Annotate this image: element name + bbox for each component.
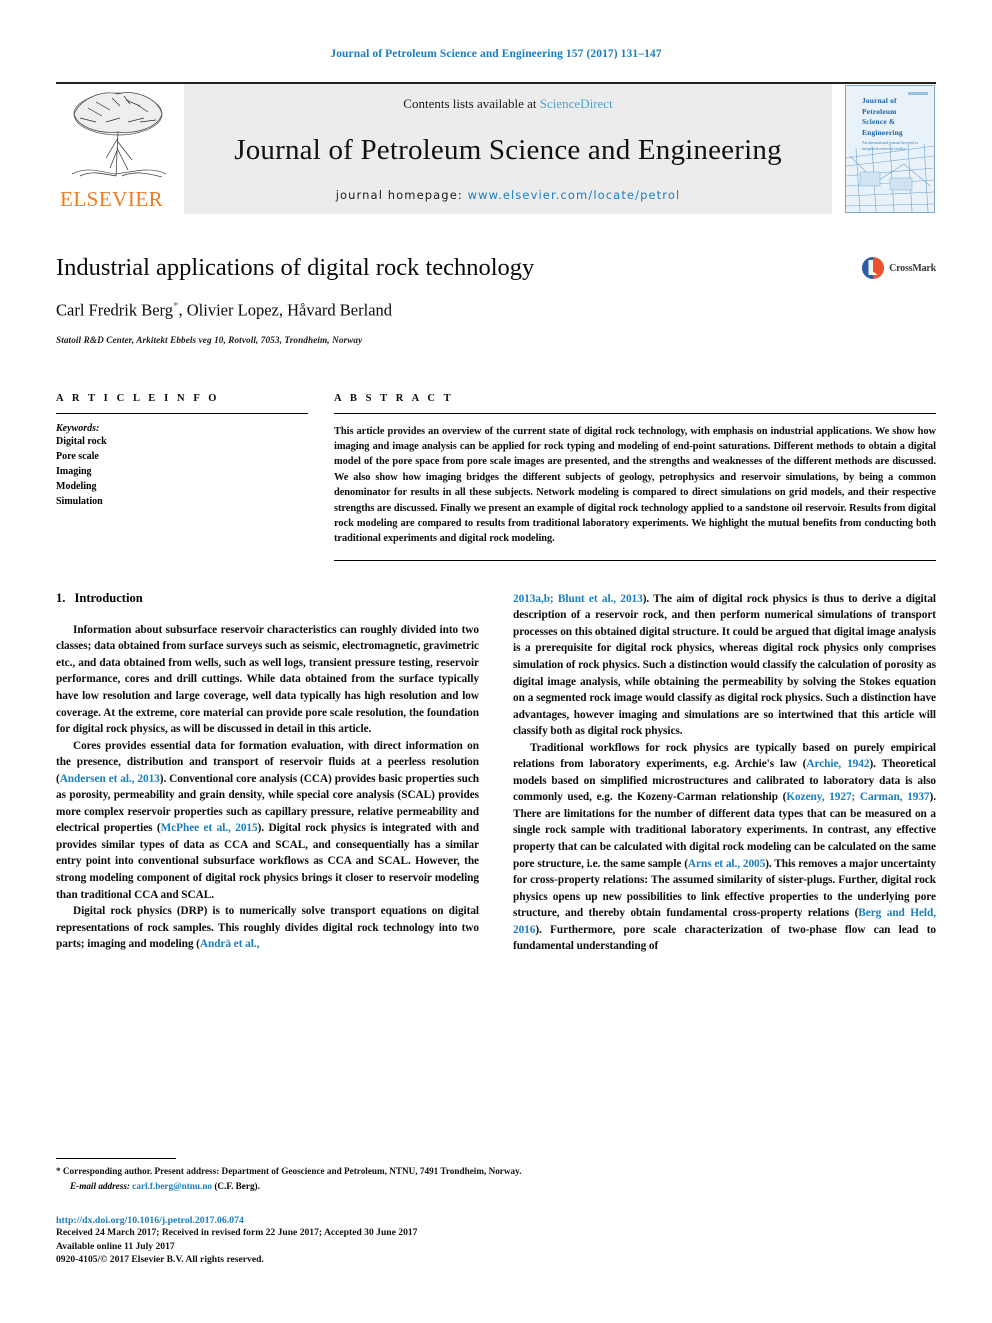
abstract-heading: A B S T R A C T [334,392,454,404]
journal-homepage-link[interactable]: www.elsevier.com/locate/petrol [468,188,681,202]
author-rest: , Olivier Lopez, Håvard Berland [178,300,393,320]
citation-link[interactable]: Archie, 1942 [806,758,869,770]
right-paragraphs: 2013a,b; Blunt et al., 2013). The aim of… [513,591,936,955]
keywords-list: Digital rock Pore scale Imaging Modeling… [56,434,308,510]
body-paragraph: Digital rock physics (DRP) is to numeric… [56,905,479,951]
affiliation: Statoil R&D Center, Arkitekt Ebbels veg … [56,334,363,345]
crossmark-icon [862,257,885,279]
keyword-item: Digital rock [56,435,107,447]
keyword-item: Imaging [56,466,92,478]
journal-homepage-line: journal homepage: www.elsevier.com/locat… [336,188,681,202]
citation-link[interactable]: Andersen et al., 2013 [60,773,160,785]
available-online-line: Available online 11 July 2017 [56,1240,175,1252]
email-label: E-mail address: [70,1180,130,1191]
homepage-prefix: journal homepage: [335,188,463,202]
left-column: 1. Introduction Information about subsurf… [56,591,479,955]
right-column: 2013a,b; Blunt et al., 2013). The aim of… [513,591,936,955]
article-header: CrossMark Industrial applications of dig… [56,254,936,345]
sciencedirect-link[interactable]: ScienceDirect [540,96,613,111]
journal-masthead: ELSEVIER Contents lists available at Sci… [56,82,936,214]
keyword-item: Simulation [56,496,103,508]
elsevier-logo-block: ELSEVIER [56,84,184,214]
keyword-item: Pore scale [56,450,99,462]
keywords-label: Keywords: [56,422,100,434]
left-paragraphs: Information about subsurface reservoir c… [56,622,479,953]
author-primary: Carl Fredrik Berg [56,300,174,320]
crossmark-badge[interactable]: CrossMark [861,256,936,280]
contents-lists-line: Contents lists available at ScienceDirec… [403,96,612,112]
body-paragraph: 2013a,b; Blunt et al., 2013). The aim of… [513,592,936,738]
citation-link[interactable]: McPhee et al., 2015 [161,822,258,834]
citation-link[interactable]: Kozeny, 1927; Carman, 1937 [786,791,929,803]
masthead-center: Contents lists available at ScienceDirec… [184,84,832,214]
article-info-column: A R T I C L E I N F O Keywords: Digital … [56,393,308,561]
email-note: E-mail address: carl.f.berg@ntnu.no (C.F… [56,1180,479,1193]
email-suffix: (C.F. Berg). [214,1180,260,1191]
body-paragraph: Traditional workflows for rock physics a… [513,741,936,953]
section-number: 1. [56,590,66,605]
journal-title: Journal of Petroleum Science and Enginee… [234,133,782,166]
page-footer: * Corresponding author. Present address:… [56,1158,522,1267]
body-paragraph: Information about subsurface reservoir c… [56,623,479,736]
footnote-divider [56,1158,176,1160]
body-paragraph: Cores provides essential data for format… [56,739,479,901]
section-title: Introduction [74,590,143,605]
cover-title-text: Journal of Petroleum Science & Engineeri… [862,96,903,138]
running-head: Journal of Petroleum Science and Enginee… [330,48,662,60]
crossmark-label: CrossMark [889,262,936,274]
copyright-line: 0920-4105/© 2017 Elsevier B.V. All right… [56,1254,264,1266]
doi-block: http://dx.doi.org/10.1016/j.petrol.2017.… [56,1215,479,1267]
abstract-rule-bottom [334,559,936,561]
abstract-column: A B S T R A C T This article provides an… [308,393,936,561]
article-info-rule [56,412,308,414]
email-link[interactable]: carl.f.berg@ntnu.no [132,1181,212,1191]
citation-link[interactable]: 2013a,b; Blunt et al., 2013 [513,593,643,605]
abstract-rule-top [334,412,936,414]
elsevier-wordmark: ELSEVIER [60,187,164,211]
article-info-heading: A R T I C L E I N F O [56,392,220,404]
info-abstract-block: A R T I C L E I N F O Keywords: Digital … [56,393,936,561]
abstract-text: This article provides an overview of the… [334,425,936,545]
doi-link[interactable]: http://dx.doi.org/10.1016/j.petrol.2017.… [56,1215,479,1226]
journal-cover-block: Journal of Petroleum Science & Engineeri… [844,84,936,214]
author-list: Carl Fredrik Berg*, Olivier Lopez, Håvar… [56,300,936,321]
page-title: Industrial applications of digital rock … [56,254,535,281]
journal-cover-thumbnail: Journal of Petroleum Science & Engineeri… [845,85,935,213]
history-line: Received 24 March 2017; Received in revi… [56,1227,418,1239]
body-columns: 1. Introduction Information about subsurf… [56,591,936,955]
elsevier-tree-icon [71,92,167,178]
corresponding-author-note: * Corresponding author. Present address:… [56,1166,522,1177]
keyword-item: Modeling [56,481,97,493]
citation-link[interactable]: Berg and Held, 2016 [513,907,936,936]
paper-page: Journal of Petroleum Science and Enginee… [0,0,992,1323]
section-heading: 1. Introduction [56,591,479,606]
cover-subtitle-text: An international journal devoted to inte… [862,140,919,151]
contents-prefix: Contents lists available at [403,96,537,111]
citation-link[interactable]: Arns et al., 2005 [688,858,765,870]
citation-link[interactable]: Andrä et al., [200,938,260,950]
